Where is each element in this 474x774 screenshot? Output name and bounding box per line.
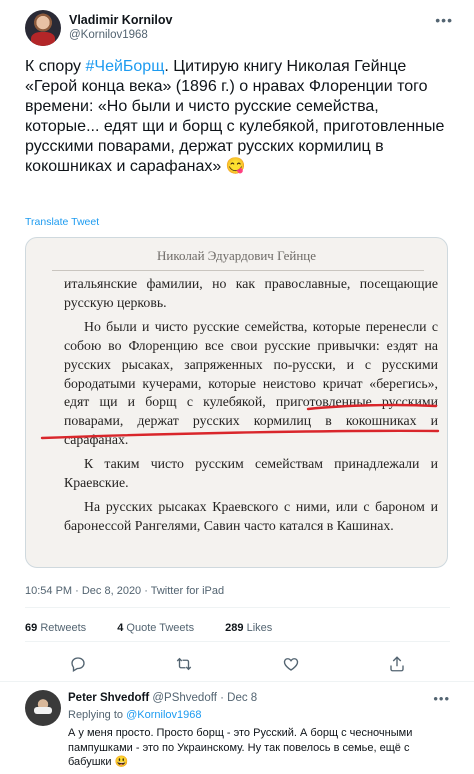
- reply-author-handle[interactable]: @PShvedoff: [152, 692, 217, 704]
- divider: [25, 607, 450, 608]
- reply-date[interactable]: · Dec 8: [220, 692, 257, 704]
- tweet-stats: 69 Retweets 4 Quote Tweets 289 Likes: [25, 622, 300, 634]
- hashtag-link[interactable]: #ЧейБорщ: [86, 58, 165, 75]
- tweet-text-start: К спору: [25, 58, 86, 75]
- red-underline-mark: [40, 403, 440, 440]
- reply-author-line: Peter Shvedoff @PShvedoff · Dec 8: [68, 692, 257, 704]
- reply-icon[interactable]: [69, 655, 87, 673]
- replying-to: Replying to @Kornilov1968: [68, 709, 201, 721]
- more-horizontal-icon[interactable]: •••: [435, 12, 453, 28]
- reply-tweet[interactable]: Peter Shvedoff @PShvedoff · Dec 8 ••• Re…: [0, 682, 474, 774]
- tweet-timestamp[interactable]: 10:54 PM · Dec 8, 2020 · Twitter for iPa…: [25, 585, 224, 597]
- author-handle[interactable]: @Kornilov1968: [69, 29, 148, 41]
- author-name[interactable]: Vladimir Kornilov: [69, 13, 173, 27]
- tweet-actions: [25, 652, 450, 676]
- likes-count: 289: [225, 622, 244, 634]
- retweets-stat[interactable]: 69 Retweets: [25, 622, 100, 634]
- replying-mention-link[interactable]: @Kornilov1968: [126, 709, 201, 721]
- replying-label: Replying to: [68, 709, 127, 721]
- quotes-stat[interactable]: 4 Quote Tweets: [117, 622, 208, 634]
- likes-stat[interactable]: 289 Likes: [225, 622, 286, 634]
- reply-author-avatar[interactable]: [25, 690, 61, 726]
- share-icon[interactable]: [388, 655, 406, 673]
- translate-tweet-link[interactable]: Translate Tweet: [25, 216, 99, 228]
- likes-label: Likes: [246, 622, 273, 634]
- reply-text: А у меня просто. Просто борщ - это Русск…: [68, 727, 413, 768]
- tweet-header: Vladimir Kornilov @Kornilov1968 •••: [25, 10, 455, 50]
- quotes-count: 4: [117, 622, 124, 634]
- retweets-label: Retweets: [40, 622, 87, 634]
- reply-author-name[interactable]: Peter Shvedoff: [68, 692, 149, 704]
- tweet-text-rest: . Цитирую книгу Николая Гейнце «Герой ко…: [25, 58, 445, 175]
- tweet-photo[interactable]: Николай Эдуардович Гейнце итальянские фа…: [25, 237, 448, 568]
- like-icon[interactable]: [282, 655, 300, 673]
- author-avatar[interactable]: [25, 10, 61, 46]
- more-horizontal-icon[interactable]: •••: [433, 691, 450, 706]
- retweets-count: 69: [25, 622, 38, 634]
- divider: [25, 641, 450, 642]
- quotes-label: Quote Tweets: [126, 622, 195, 634]
- tweet-text: К спору #ЧейБорщ. Цитирую книгу Николая …: [25, 57, 455, 177]
- retweet-icon[interactable]: [175, 655, 193, 673]
